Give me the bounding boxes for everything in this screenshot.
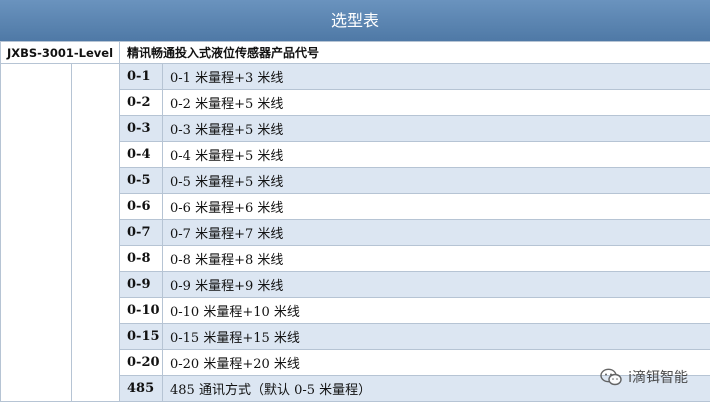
table-row: 0-1 0-1 米量程+3 米线 <box>0 63 710 402</box>
code-cell: 0-5 <box>119 167 163 194</box>
code-cell: 0-10 <box>119 297 163 324</box>
code-cell: 0-15 <box>119 323 163 350</box>
desc-cell: 0-9 米量程+9 米线 <box>161 271 710 298</box>
code-cell: 0-4 <box>119 141 163 168</box>
blank-cell <box>0 63 72 402</box>
wechat-icon <box>600 368 622 386</box>
header-row: JXBS-3001-Level 精讯畅通投入式液位传感器产品代号 <box>0 41 710 64</box>
desc-cell: 0-10 米量程+10 米线 <box>161 297 710 324</box>
watermark-text: i滴铒智能 <box>628 370 688 386</box>
model-name: JXBS-3001-Level <box>0 41 120 64</box>
desc-cell: 0-1 米量程+3 米线 <box>161 63 710 90</box>
desc-cell: 0-5 米量程+5 米线 <box>161 167 710 194</box>
code-cell: 485 <box>119 375 163 402</box>
code-cell: 0-9 <box>119 271 163 298</box>
code-cell: 0-8 <box>119 245 163 272</box>
desc-cell: 0-6 米量程+6 米线 <box>161 193 710 220</box>
desc-cell: 0-8 米量程+8 米线 <box>161 245 710 272</box>
code-cell: 0-6 <box>119 193 163 220</box>
desc-cell: 0-4 米量程+5 米线 <box>161 141 710 168</box>
code-cell: 0-20 <box>119 349 163 376</box>
blank-cell <box>71 63 120 402</box>
selection-table: JXBS-3001-Level 精讯畅通投入式液位传感器产品代号 0-1 0-1 … <box>0 41 710 402</box>
desc-cell: 0-15 米量程+15 米线 <box>161 323 710 350</box>
code-cell: 0-2 <box>119 89 163 116</box>
code-cell: 0-3 <box>119 115 163 142</box>
code-cell: 0-1 <box>119 63 163 90</box>
desc-cell: 0-3 米量程+5 米线 <box>161 115 710 142</box>
code-cell: 0-7 <box>119 219 163 246</box>
desc-cell: 0-2 米量程+5 米线 <box>161 89 710 116</box>
table-title: 选型表 <box>0 0 710 41</box>
desc-cell: 0-7 米量程+7 米线 <box>161 219 710 246</box>
product-name: 精讯畅通投入式液位传感器产品代号 <box>118 41 710 64</box>
watermark: i滴铒智能 <box>600 366 688 388</box>
